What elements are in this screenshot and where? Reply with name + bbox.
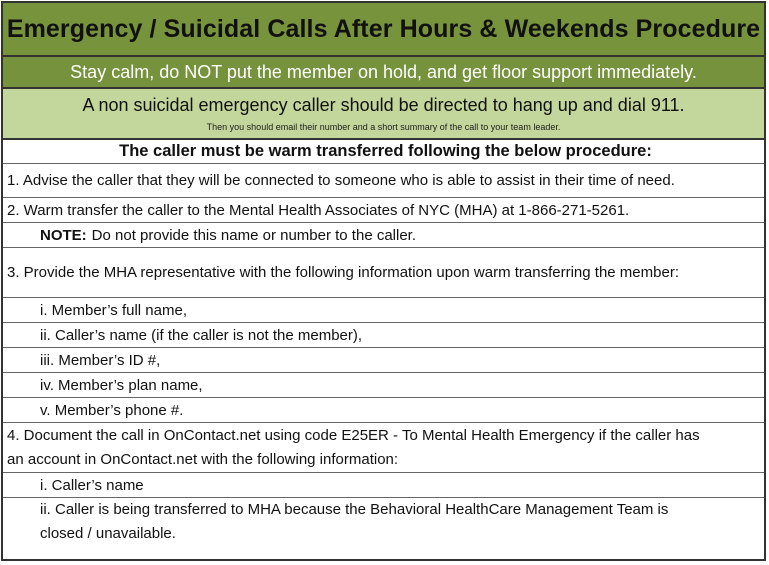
step-2: 2. Warm transfer the caller to the Menta… xyxy=(3,198,764,223)
note-text: Do not provide this name or number to th… xyxy=(91,226,417,244)
procedure-heading: The caller must be warm transferred foll… xyxy=(3,140,764,164)
step-4-item: i. Caller’s name xyxy=(3,473,764,498)
step-3-item: iii. Member’s ID #, xyxy=(3,348,764,373)
step-2-note: NOTE: Do not provide this name or number… xyxy=(3,223,764,248)
step-4-item-line: closed / unavailable. xyxy=(40,524,176,542)
step-3-item: ii. Caller’s name (if the caller is not … xyxy=(3,323,764,348)
step-1: 1. Advise the caller that they will be c… xyxy=(3,164,764,198)
step-3: 3. Provide the MHA representative with t… xyxy=(3,248,764,298)
step-3-item: v. Member’s phone #. xyxy=(3,398,764,423)
non-suicidal-followup: Then you should email their number and a… xyxy=(206,122,561,132)
step-3-item: iv. Member’s plan name, xyxy=(3,373,764,398)
non-suicidal-section: A non suicidal emergency caller should b… xyxy=(3,89,764,140)
step-4-item: ii. Caller is being transferred to MHA b… xyxy=(3,498,764,545)
non-suicidal-instruction: A non suicidal emergency caller should b… xyxy=(82,95,685,115)
step-3-item: i. Member’s full name, xyxy=(3,298,764,323)
note-label: NOTE: xyxy=(40,226,87,244)
page-title: Emergency / Suicidal Calls After Hours &… xyxy=(3,3,764,57)
step-4-line: an account in OnContact.net with the fol… xyxy=(7,450,399,468)
step-4: 4. Document the call in OnContact.net us… xyxy=(3,423,764,473)
calm-banner: Stay calm, do NOT put the member on hold… xyxy=(3,57,764,89)
step-4-line: 4. Document the call in OnContact.net us… xyxy=(7,426,700,444)
procedure-sheet: Emergency / Suicidal Calls After Hours &… xyxy=(1,1,766,561)
step-4-item-line: ii. Caller is being transferred to MHA b… xyxy=(40,500,669,518)
